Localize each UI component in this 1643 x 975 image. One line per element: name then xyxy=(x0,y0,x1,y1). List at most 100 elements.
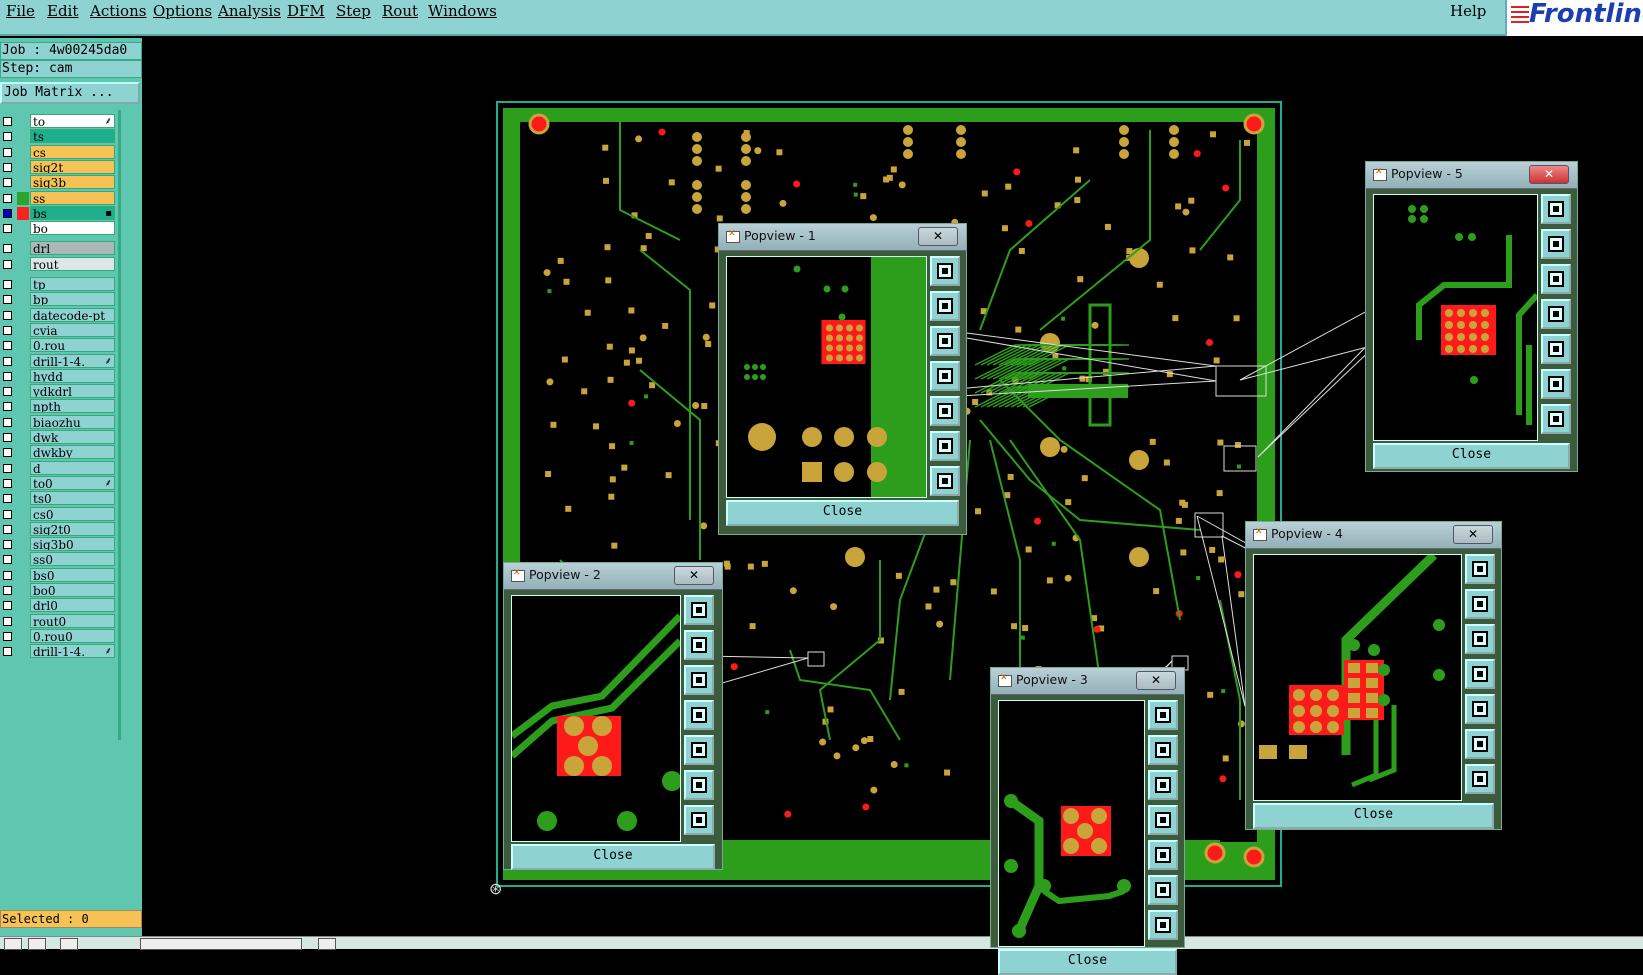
menu-edit[interactable]: Edit xyxy=(47,2,78,20)
layer-checkbox[interactable] xyxy=(3,463,12,473)
menu-help[interactable]: Help xyxy=(1450,2,1486,20)
layer-row[interactable]: npth xyxy=(0,399,115,414)
zoom-window-button[interactable] xyxy=(1465,554,1495,584)
pan-up-button[interactable] xyxy=(930,291,960,321)
layer-name[interactable]: bs0 xyxy=(30,567,115,582)
layer-checkbox[interactable] xyxy=(3,356,12,366)
menu-windows[interactable]: Windows xyxy=(428,2,497,20)
layer-checkbox[interactable] xyxy=(3,417,12,427)
pan-left-button[interactable] xyxy=(930,361,960,391)
layer-name[interactable]: sig2t0 xyxy=(30,521,115,536)
layer-row[interactable]: tp xyxy=(0,277,115,292)
layer-row[interactable]: sig2t0 xyxy=(0,521,115,537)
layer-name[interactable]: ss xyxy=(30,190,115,205)
popview-viewport[interactable] xyxy=(1373,194,1538,441)
layer-name[interactable]: cvia xyxy=(30,322,115,337)
zoom-window-button[interactable] xyxy=(1148,700,1178,730)
menu-options[interactable]: Options xyxy=(153,2,212,20)
popview-close-button[interactable]: Close xyxy=(1373,443,1570,469)
layer-name[interactable]: bs ▪ xyxy=(30,205,115,220)
layer-row[interactable]: to0 ⸙ xyxy=(0,475,115,491)
layer-row[interactable]: ss xyxy=(0,190,115,206)
layer-row[interactable]: to ⸙ xyxy=(0,114,115,129)
layer-row[interactable]: d xyxy=(0,460,115,476)
layer-name[interactable]: drl0 xyxy=(30,598,115,613)
layer-checkbox[interactable] xyxy=(3,555,12,565)
layer-name[interactable]: biaozhu xyxy=(30,414,115,429)
layer-row[interactable]: sig3b0 xyxy=(0,537,115,552)
zoom-home-button[interactable] xyxy=(930,466,960,496)
layer-checkbox[interactable] xyxy=(3,509,12,519)
layer-row[interactable]: ss0 xyxy=(0,552,115,567)
layer-name[interactable]: rout0 xyxy=(30,613,115,628)
layer-checkbox[interactable] xyxy=(3,208,12,218)
popview-titlebar[interactable]: Popview - 4 ✕ xyxy=(1246,522,1501,549)
layer-name[interactable]: cs0 xyxy=(30,506,115,521)
layer-row[interactable]: bo xyxy=(0,221,115,236)
layer-row[interactable]: rout xyxy=(0,256,115,272)
bottom-tool-button[interactable] xyxy=(4,938,22,950)
layer-checkbox[interactable] xyxy=(3,371,12,381)
layer-row[interactable]: dwk xyxy=(0,430,115,445)
layer-checkbox[interactable] xyxy=(3,193,12,203)
layer-name[interactable]: 0.rou xyxy=(30,338,115,353)
layer-row[interactable]: biaozhu xyxy=(0,414,115,430)
pan-right-button[interactable] xyxy=(1148,840,1178,870)
popview-window[interactable]: Popview - 2 ✕ Close xyxy=(503,562,723,870)
layer-name[interactable]: cs xyxy=(30,144,115,159)
layer-checkbox[interactable] xyxy=(3,325,12,335)
popview-viewport[interactable] xyxy=(1253,554,1462,801)
layer-name[interactable]: datecode-pt xyxy=(30,307,115,322)
layer-checkbox[interactable] xyxy=(3,244,12,254)
layer-row[interactable]: cvia xyxy=(0,322,115,338)
pan-left-button[interactable] xyxy=(1148,805,1178,835)
pan-down-button[interactable] xyxy=(930,326,960,356)
pan-down-button[interactable] xyxy=(1148,770,1178,800)
popview-titlebar[interactable]: Popview - 3 ✕ xyxy=(991,668,1184,695)
layer-checkbox[interactable] xyxy=(3,586,12,595)
layer-row[interactable]: drill-1-4. ⸙ xyxy=(0,644,115,659)
layer-name[interactable]: bp xyxy=(30,292,115,307)
layer-checkbox[interactable] xyxy=(3,478,12,488)
layer-checkbox[interactable] xyxy=(3,433,12,442)
menu-rout[interactable]: Rout xyxy=(382,2,418,20)
layer-checkbox[interactable] xyxy=(3,616,12,626)
layer-row[interactable]: drl0 xyxy=(0,598,115,613)
popview-window[interactable]: Popview - 4 ✕ Close xyxy=(1245,521,1502,830)
popview-titlebar[interactable]: Popview - 2 ✕ xyxy=(504,563,722,590)
layer-name[interactable]: drill-1-4. ⸙ xyxy=(30,644,115,659)
layer-checkbox[interactable] xyxy=(3,570,12,580)
popview-titlebar[interactable]: Popview - 5 ✕ xyxy=(1366,162,1577,189)
menu-analysis[interactable]: Analysis xyxy=(218,2,281,20)
zoom-home-button[interactable] xyxy=(1148,910,1178,940)
layer-row[interactable]: drl xyxy=(0,241,115,256)
layer-checkbox[interactable] xyxy=(3,295,12,305)
zoom-out-button[interactable] xyxy=(684,770,714,800)
zoom-out-button[interactable] xyxy=(1465,729,1495,759)
pan-left-button[interactable] xyxy=(684,700,714,730)
layer-row[interactable]: ydkdrl xyxy=(0,384,115,399)
menu-dfm[interactable]: DFM xyxy=(287,2,325,20)
layer-row[interactable]: bs0 xyxy=(0,567,115,583)
pan-down-button[interactable] xyxy=(1541,264,1571,294)
layer-name[interactable]: sig3b0 xyxy=(30,537,115,552)
layer-checkbox[interactable] xyxy=(3,631,12,641)
popview-close-button[interactable]: Close xyxy=(726,500,959,526)
layer-checkbox[interactable] xyxy=(3,178,12,188)
zoom-window-button[interactable] xyxy=(1541,194,1571,224)
layer-row[interactable]: bp xyxy=(0,292,115,307)
menu-actions[interactable]: Actions xyxy=(90,2,146,20)
layer-row[interactable]: ts xyxy=(0,129,115,144)
layer-name[interactable]: d xyxy=(30,460,115,475)
pan-down-button[interactable] xyxy=(1465,624,1495,654)
layer-name[interactable]: dwkby xyxy=(30,445,115,460)
layer-name[interactable]: tp xyxy=(30,277,115,291)
popview-viewport[interactable] xyxy=(726,256,927,498)
pan-up-button[interactable] xyxy=(1148,735,1178,765)
layer-name[interactable]: rout xyxy=(30,256,115,271)
layer-checkbox[interactable] xyxy=(3,132,12,142)
popview-window[interactable]: Popview - 1 ✕ Close xyxy=(718,223,967,535)
pan-right-button[interactable] xyxy=(1465,694,1495,724)
layer-row[interactable]: hydd xyxy=(0,368,115,384)
layer-checkbox[interactable] xyxy=(3,224,12,234)
